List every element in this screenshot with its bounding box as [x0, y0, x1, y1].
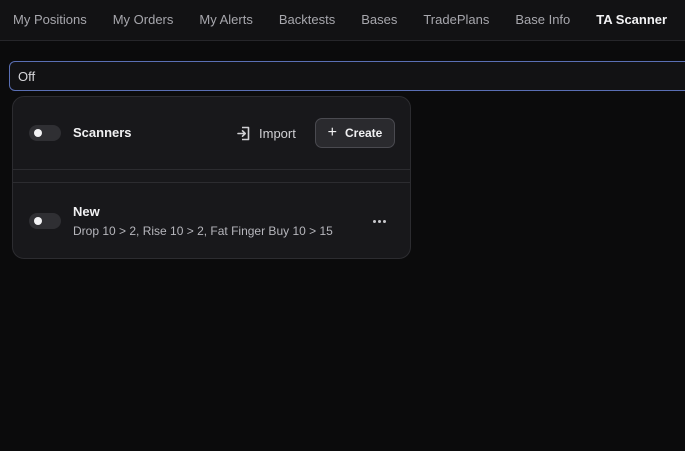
tab-ta-scanner[interactable]: TA Scanner: [583, 0, 680, 40]
more-horizontal-icon[interactable]: [367, 213, 391, 229]
scanner-filter-value: Off: [18, 68, 36, 84]
tab-backtests[interactable]: Backtests: [266, 0, 348, 40]
toggle-knob: [34, 217, 42, 225]
tab-base-info[interactable]: Base Info: [502, 0, 583, 40]
import-icon: [237, 126, 250, 140]
toggle-knob: [34, 129, 42, 137]
scanner-item-description: Drop 10 > 2, Rise 10 > 2, Fat Finger Buy…: [73, 224, 333, 238]
import-label: Import: [259, 125, 296, 141]
dot: [377, 219, 381, 223]
header-divider: [13, 169, 410, 170]
list-divider: [13, 182, 410, 183]
scanner-item-toggle[interactable]: [29, 213, 61, 229]
import-button[interactable]: Import: [237, 121, 296, 145]
dot: [372, 219, 376, 223]
dot: [382, 219, 386, 223]
scanner-item-name: New: [73, 204, 100, 219]
tab-tradeplans[interactable]: TradePlans: [410, 0, 502, 40]
scanners-master-toggle[interactable]: [29, 125, 61, 141]
scanners-title: Scanners: [73, 125, 132, 140]
top-navigation: My Positions My Orders My Alerts Backtes…: [0, 0, 685, 41]
tab-my-alerts[interactable]: My Alerts: [186, 0, 265, 40]
tab-my-orders[interactable]: My Orders: [100, 0, 187, 40]
create-label: Create: [344, 126, 383, 140]
plus-icon: +: [327, 124, 337, 141]
create-button[interactable]: + Create: [315, 118, 395, 148]
scanner-filter-select[interactable]: Off: [9, 61, 685, 91]
tab-bases[interactable]: Bases: [348, 0, 410, 40]
scanners-panel: Scanners Import + Create New Drop 10 > 2…: [12, 96, 411, 259]
tab-my-positions[interactable]: My Positions: [0, 0, 100, 40]
